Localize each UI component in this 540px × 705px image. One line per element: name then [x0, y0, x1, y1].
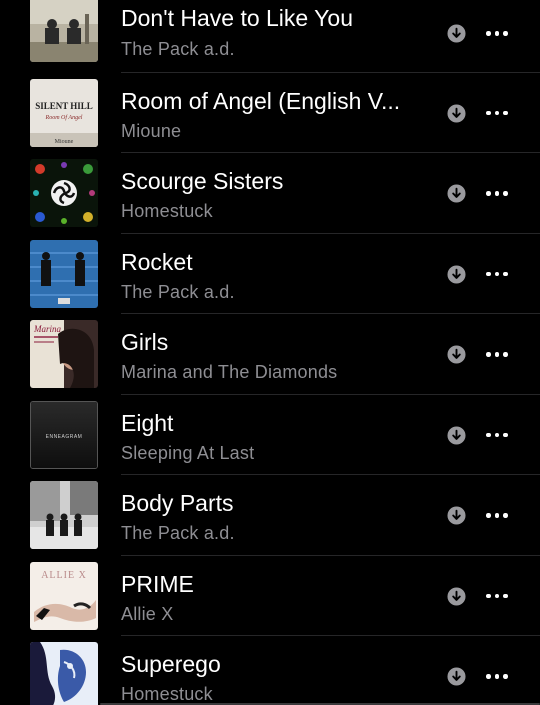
song-title: Room of Angel (English V...: [121, 87, 401, 114]
album-art: [30, 481, 98, 549]
download-icon[interactable]: [447, 667, 466, 686]
song-row[interactable]: Superego Homestuck: [0, 636, 540, 705]
allie-logo-text: ALLIE X: [41, 570, 87, 581]
song-row[interactable]: ALLIE X PRIME Allie X: [0, 556, 540, 636]
album-art: Marina: [30, 320, 98, 388]
song-row[interactable]: Don't Have to Like You The Pack a.d.: [0, 0, 540, 73]
song-title: Rocket: [121, 248, 193, 275]
download-icon[interactable]: [447, 24, 466, 43]
silent-hill-sub-text: Room Of Angel: [45, 114, 83, 121]
song-row[interactable]: Rocket The Pack a.d.: [0, 234, 540, 314]
song-title: Don't Have to Like You: [121, 5, 353, 31]
album-art: [30, 159, 98, 227]
song-title: PRIME: [121, 570, 194, 597]
song-artist: The Pack a.d.: [121, 281, 235, 302]
song-artist: Allie X: [121, 603, 174, 624]
more-options-icon[interactable]: [484, 29, 510, 37]
album-art: ENNEAGRAM: [30, 400, 98, 469]
more-options-icon[interactable]: [484, 189, 510, 197]
album-art: SILENT HILL Room Of Angel Mioune: [30, 78, 98, 147]
album-art: [30, 0, 98, 62]
more-options-icon[interactable]: [484, 511, 510, 519]
song-row[interactable]: Scourge Sisters Homestuck: [0, 153, 540, 234]
album-art: [30, 642, 98, 705]
more-options-icon[interactable]: [484, 109, 510, 117]
download-icon[interactable]: [447, 425, 466, 445]
more-options-icon[interactable]: [484, 350, 510, 358]
song-artist: Homestuck: [121, 684, 213, 704]
song-row[interactable]: SILENT HILL Room Of Angel Mioune Room of…: [0, 73, 540, 153]
silent-hill-artist-text: Mioune: [55, 139, 74, 145]
silent-hill-title-text: SILENT HILL: [35, 101, 93, 111]
song-artist: Marina and The Diamonds: [121, 362, 338, 382]
song-title: Scourge Sisters: [121, 168, 284, 194]
more-options-icon[interactable]: [484, 672, 510, 680]
download-icon[interactable]: [447, 264, 466, 284]
marina-logo-text: Marina: [33, 324, 62, 334]
download-icon[interactable]: [447, 103, 466, 123]
download-icon[interactable]: [447, 184, 466, 203]
song-title: Girls: [121, 329, 169, 355]
download-icon[interactable]: [447, 586, 466, 606]
song-row[interactable]: Body Parts The Pack a.d.: [0, 475, 540, 556]
album-art: ALLIE X: [30, 561, 98, 630]
more-options-icon[interactable]: [484, 592, 510, 600]
song-artist: The Pack a.d.: [121, 39, 235, 59]
song-row[interactable]: Marina Girls Marina and The Diamonds: [0, 314, 540, 395]
song-artist: Homestuck: [121, 201, 213, 221]
more-options-icon[interactable]: [484, 270, 510, 278]
song-artist: Mioune: [121, 120, 182, 141]
enneagram-text: ENNEAGRAM: [46, 434, 83, 440]
album-art: [30, 239, 98, 308]
download-icon[interactable]: [447, 506, 466, 525]
song-artist: The Pack a.d.: [121, 523, 235, 543]
song-row[interactable]: ENNEAGRAM Eight Sleeping At Last: [0, 395, 540, 475]
song-title: Eight: [121, 409, 174, 436]
download-icon[interactable]: [447, 345, 466, 364]
more-options-icon[interactable]: [484, 431, 510, 439]
song-title: Superego: [121, 651, 221, 677]
song-title: Body Parts: [121, 490, 234, 516]
song-artist: Sleeping At Last: [121, 442, 255, 463]
